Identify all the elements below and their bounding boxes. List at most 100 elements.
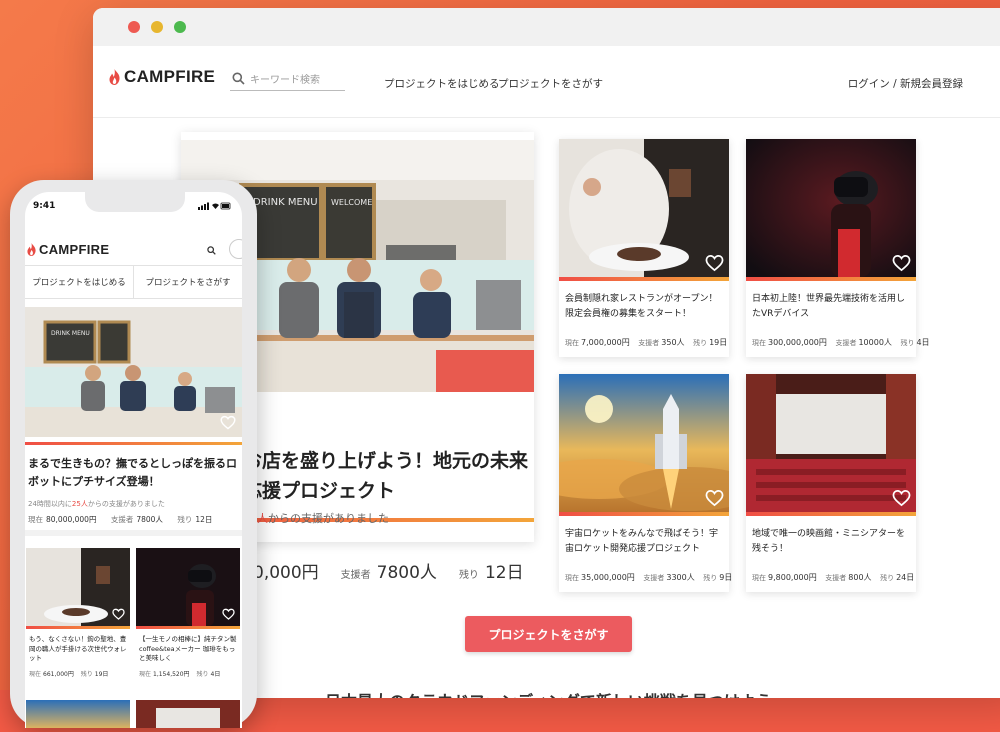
mobile-featured-support-text: 24時間以内に25人からの支援がありました <box>28 499 165 509</box>
remaining-label: 残り <box>880 574 895 582</box>
svg-text:WELCOME: WELCOME <box>331 198 372 207</box>
campfire-logo[interactable]: CAMPFIRE <box>109 67 215 87</box>
featured-supporters: 7800人 <box>376 563 437 583</box>
now-label: 現在 <box>28 515 43 524</box>
support-count: 25人 <box>71 500 88 508</box>
mobile-featured-image[interactable]: DRINK MENU <box>25 307 242 437</box>
project-image <box>559 139 729 277</box>
find-projects-button[interactable]: プロジェクトをさがす <box>465 616 632 652</box>
close-window-icon[interactable] <box>128 21 140 33</box>
remaining-label: 残り <box>693 339 708 347</box>
now-label: 現在 <box>565 339 579 347</box>
phone-notch <box>85 192 185 212</box>
mobile-project-card-partial[interactable] <box>136 700 240 728</box>
favorite-heart-icon[interactable] <box>892 254 911 273</box>
status-time: 9:41 <box>33 201 56 211</box>
remaining-label: 残り <box>80 671 93 678</box>
now-label: 現在 <box>752 574 766 582</box>
nav-find-project-link[interactable]: プロジェクトをさがす <box>498 76 603 91</box>
remaining: 24日 <box>896 573 915 582</box>
favorite-heart-icon[interactable] <box>507 406 526 425</box>
maximize-window-icon[interactable] <box>174 21 186 33</box>
divider <box>25 530 242 536</box>
progress-bar <box>746 277 916 281</box>
remaining-label: 残り <box>196 671 209 678</box>
svg-text:DRINK MENU: DRINK MENU <box>253 197 318 208</box>
now-label: 現在 <box>752 339 766 347</box>
login-signup-link[interactable]: ログイン / 新規会員登録 <box>848 76 963 91</box>
mobile-project-card-coffee[interactable]: 【一生モノの相棒に】純チタン製coffee&teaメーカー 珈琲をもっと美味しく… <box>136 548 240 678</box>
minimize-window-icon[interactable] <box>151 21 163 33</box>
mobile-tabs: プロジェクトをはじめる プロジェクトをさがす <box>25 265 242 299</box>
supporters: 350人 <box>661 338 685 347</box>
search-icon <box>232 72 245 85</box>
browser-titlebar <box>93 8 1000 46</box>
now-label: 現在 <box>565 574 579 582</box>
amount: 300,000,000円 <box>768 338 827 347</box>
keyword-search-input[interactable]: キーワード検索 <box>230 66 345 91</box>
favorite-heart-icon[interactable] <box>892 489 911 508</box>
project-image <box>746 139 916 277</box>
project-title: 宇宙ロケットをみんなで飛ばそう！宇宙ロケット開発応援プロジェクト <box>565 529 719 554</box>
supporters: 10000人 <box>858 338 892 347</box>
remaining-label: 残り <box>900 339 915 347</box>
project-card-restaurant[interactable]: 会員制隠れ家レストランがオープン！限定会員権の募集をスタート！ 現在 7,000,… <box>559 139 729 357</box>
favorite-heart-icon[interactable] <box>705 489 724 508</box>
mobile-search-icon[interactable] <box>207 246 216 255</box>
project-title: もう、なくさない！鉤の聖地、豊岡の職人が手掛ける次世代ウォレット <box>29 635 127 662</box>
section-tagline: 日本最大のクラウドファンディングで新しい挑戦を見つけよう <box>325 688 772 698</box>
mobile-screen: 9:41 CAMPFIRE プロジェクトをはじめる プロジェクトをさがす DRI… <box>25 192 242 728</box>
mobile-project-card-wallet[interactable]: もう、なくさない！鉤の聖地、豊岡の職人が手掛ける次世代ウォレット 現在 661,0… <box>26 548 130 678</box>
supporters-label: 支援者 <box>340 570 371 581</box>
support-prefix: 24時間以内に <box>28 500 72 508</box>
tab-find-project[interactable]: プロジェクトをさがす <box>133 266 242 298</box>
recent-supporters-suffix: からの支援がありました <box>268 512 389 525</box>
logo-text: CAMPFIRE <box>124 67 216 86</box>
favorite-heart-icon[interactable] <box>705 254 724 273</box>
project-stats: 現在 300,000,000円 支援者 10000人 残り 4日 <box>752 337 936 348</box>
mobile-featured-title[interactable]: まるで生きもの？撫でるとしっぽを振るロボットにプチサイズ登場！ <box>28 455 238 491</box>
supporters-label: 支援者 <box>110 515 134 524</box>
site-header: CAMPFIRE キーワード検索 プロジェクトをはじめる プロジェクトをさがす … <box>93 46 1000 118</box>
favorite-heart-icon[interactable] <box>222 608 235 621</box>
project-stats: 現在 7,000,000円 支援者 350人 残り 19日 <box>565 337 733 348</box>
support-suffix: からの支援がありました <box>87 500 165 508</box>
project-image <box>559 374 729 512</box>
nav-start-project-link[interactable]: プロジェクトをはじめる <box>384 76 500 91</box>
favorite-heart-icon[interactable] <box>112 608 125 621</box>
logo-text: CAMPFIRE <box>39 242 110 257</box>
project-card-vr[interactable]: 日本初上陸！世界最先端技術を活用したVRデバイス 現在 300,000,000円 … <box>746 139 930 357</box>
remaining: 9日 <box>719 573 733 582</box>
now-label: 現在 <box>139 671 152 678</box>
amount: 9,800,000円 <box>768 573 817 582</box>
mobile-campfire-logo[interactable]: CAMPFIRE <box>27 242 109 257</box>
project-image <box>746 374 916 512</box>
amount: 80,000,000円 <box>46 515 97 524</box>
featured-remaining: 12日 <box>484 563 524 583</box>
search-placeholder: キーワード検索 <box>250 74 320 86</box>
remaining: 4日 <box>210 671 221 678</box>
featured-project-title[interactable]: お店を盛り上げよう！地元の未来応援プロジェクト <box>243 446 533 506</box>
supporters: 7800人 <box>136 515 163 524</box>
svg-text:DRINK MENU: DRINK MENU <box>51 330 90 337</box>
tab-start-project[interactable]: プロジェクトをはじめる <box>25 266 133 298</box>
flame-icon <box>27 243 36 256</box>
supporters-label: 支援者 <box>825 574 847 582</box>
remaining: 4日 <box>916 338 930 347</box>
menu-toggle-button[interactable] <box>229 239 242 259</box>
project-image <box>136 548 240 626</box>
mobile-project-card-partial[interactable] <box>26 700 130 728</box>
favorite-heart-icon[interactable] <box>220 415 236 431</box>
amount: 35,000,000円 <box>581 573 635 582</box>
mobile-featured-stats: 現在 80,000,000円 支援者 7800人 残り 12日 <box>28 514 224 525</box>
project-title: 地域で唯一の映画館・ミニシアターを残そう！ <box>752 529 906 554</box>
project-image <box>26 548 130 626</box>
project-card-rocket[interactable]: 宇宙ロケットをみんなで飛ばそう！宇宙ロケット開発応援プロジェクト 現在 35,00… <box>559 374 732 592</box>
flame-icon <box>109 69 120 85</box>
project-card-cinema[interactable]: 地域で唯一の映画館・ミニシアターを残そう！ 現在 9,800,000円 支援者 80… <box>746 374 916 592</box>
supporters-label: 支援者 <box>835 339 857 347</box>
project-title: 会員制隠れ家レストランがオープン！限定会員権の募集をスタート！ <box>565 294 718 319</box>
supporters-label: 支援者 <box>638 339 660 347</box>
amount: 1,154,520円 <box>153 671 190 678</box>
project-stats: 現在 35,000,000円 支援者 3300人 残り 9日 <box>565 572 738 583</box>
